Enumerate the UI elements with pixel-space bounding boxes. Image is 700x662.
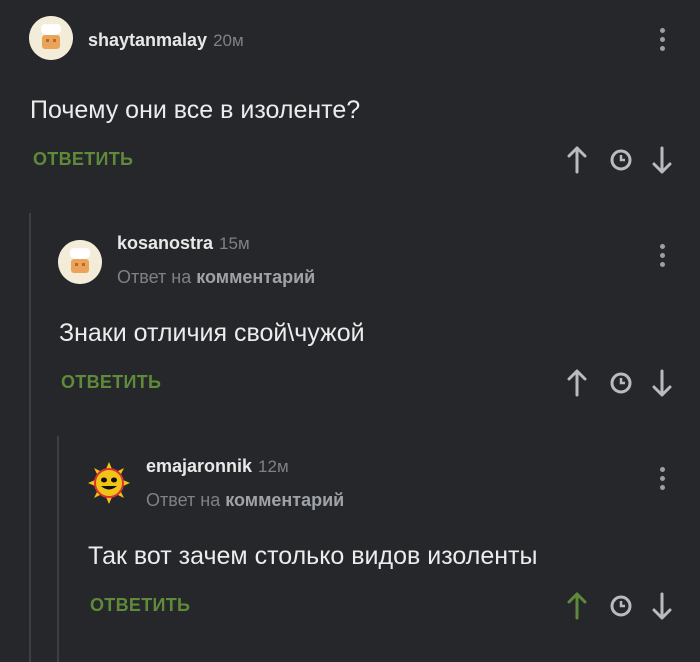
smiley-sun-avatar-icon (88, 462, 130, 504)
reply-button[interactable]: ОТВЕТИТЬ (90, 595, 190, 616)
comment-emajaronnik: emajaronnik 12м Ответ на комментарий Так … (0, 0, 700, 662)
comment-text: Так вот зачем столько видов изоленты (88, 542, 538, 570)
reply-to-line: Ответ на комментарий (146, 490, 344, 511)
reply-to-link[interactable]: комментарий (225, 490, 344, 510)
more-options-button[interactable] (657, 467, 667, 497)
author-name[interactable]: emajaronnik (146, 456, 252, 476)
upvote-arrow-icon[interactable] (567, 592, 587, 620)
downvote-arrow-icon[interactable] (652, 592, 672, 620)
comment-author[interactable]: emajaronnik 12м (146, 456, 289, 477)
reply-to-prefix: Ответ на (146, 490, 221, 510)
avatar[interactable] (87, 461, 131, 505)
comment-time: 12м (258, 457, 289, 476)
clock-icon[interactable] (609, 594, 633, 618)
